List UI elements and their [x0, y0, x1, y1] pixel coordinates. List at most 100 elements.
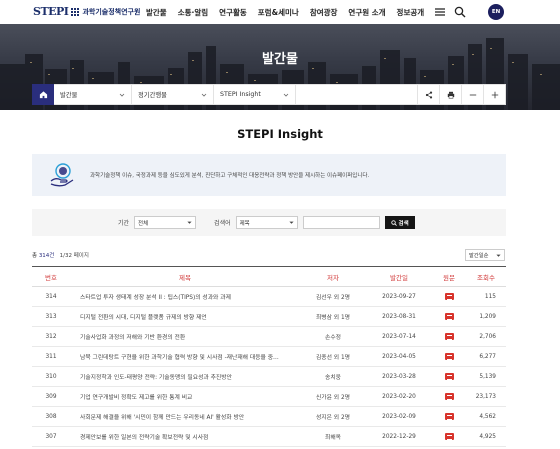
nav-item-about[interactable]: 연구원 소개: [348, 7, 385, 18]
zoom-out-button[interactable]: [461, 85, 483, 104]
column-header-no: 번호: [45, 273, 57, 282]
breadcrumb-level2[interactable]: 정기간행물: [132, 85, 214, 104]
home-button[interactable]: [32, 83, 54, 105]
pdf-icon[interactable]: [444, 333, 454, 340]
row-title-link[interactable]: 기술사업화 과정의 저해와 기반 환경의 전환: [70, 326, 300, 347]
search-field-select[interactable]: 제목: [235, 216, 298, 229]
print-button[interactable]: [439, 85, 461, 104]
row-title-link[interactable]: 경제안보를 위한 일본의 전략기술 확보전략 및 시사점: [70, 426, 300, 447]
row-date: 2023-03-28: [366, 366, 432, 387]
share-icon: [425, 90, 432, 99]
sort-select[interactable]: 발간일순: [465, 249, 505, 261]
result-count: 총 314건 1/32 페이지: [32, 251, 89, 259]
hero-title: 발간물: [262, 52, 298, 67]
column-header-original: 원문: [443, 273, 455, 282]
row-number: 310: [32, 366, 70, 387]
breadcrumb-level1[interactable]: 발간물: [54, 85, 132, 104]
table-row[interactable]: 307 경제안보를 위한 일본의 전략기술 확보전략 및 시사점 최해옥 2022-1…: [32, 426, 506, 447]
breadcrumb-level3[interactable]: STEPI Insight: [214, 85, 296, 104]
row-date: 2023-04-05: [366, 346, 432, 367]
column-header-author: 저자: [327, 273, 339, 282]
print-icon: [447, 91, 454, 98]
pdf-icon[interactable]: [444, 313, 454, 320]
row-number: 307: [32, 426, 70, 447]
row-title-link[interactable]: 사회문제 해결을 위해 '시민이 함께 만드는 우리동네 AI' 활성화 방안: [70, 406, 300, 427]
row-author: 신가윤 외 2명: [300, 386, 366, 407]
table-row[interactable]: 308 사회문제 해결을 위해 '시민이 함께 만드는 우리동네 AI' 활성화 …: [32, 406, 506, 427]
row-original-cell: [432, 326, 466, 347]
publications-table: 번호 제목 저자 발간일 원문 조회수 314 스타트업 투자 생태계 성장 분석…: [32, 266, 506, 447]
search-button[interactable]: 검색: [384, 216, 415, 229]
search-icon: [390, 219, 397, 226]
search-icon[interactable]: [454, 6, 466, 18]
table-row[interactable]: 310 기술지정학과 인도-태평양 전략: 기술동맹의 필요성과 추진방안 송치웅 2…: [32, 366, 506, 387]
insight-report-icon: [50, 163, 74, 187]
row-title-link[interactable]: 남북 그린데탕트 구현을 위한 과학기술 협력 방향 및 시사점 -재난재해 대…: [70, 346, 300, 367]
nav-item-disclosure[interactable]: 정보공개: [397, 7, 425, 18]
count-value: 314건: [38, 253, 55, 259]
table-row[interactable]: 312 기술사업화 과정의 저해와 기반 환경의 전환 손수정 2023-07-14 2…: [32, 326, 506, 347]
chevron-down-icon: [283, 93, 289, 97]
row-number: 311: [32, 346, 70, 367]
period-label: 기간: [118, 220, 130, 227]
row-title-link[interactable]: 스타트업 투자 생태계 성장 분석 II : 팁스(TIPS)의 성과와 과제: [70, 286, 300, 307]
nav-item-participation[interactable]: 참여광장: [310, 7, 338, 18]
plus-icon: [491, 91, 498, 98]
zoom-in-button[interactable]: [483, 85, 505, 104]
row-views: 23,173: [466, 386, 506, 407]
row-title-link[interactable]: 기술지정학과 인도-태평양 전략: 기술동맹의 필요성과 추진방안: [70, 366, 300, 387]
row-date: 2023-02-20: [366, 386, 432, 407]
row-original-cell: [432, 366, 466, 387]
chevron-down-icon: [201, 93, 207, 97]
row-number: 309: [32, 386, 70, 407]
breadcrumb-level2-label: 정기간행물: [138, 92, 167, 99]
intro-text: 과학기술정책 이슈, 국정과제 등을 심도있게 분석, 진단하고 구체적인 대응…: [90, 173, 370, 179]
row-title-link[interactable]: 디지털 전환의 시대, 디지털 플랫폼 규제의 방향 제언: [70, 306, 300, 327]
chevron-down-icon: [496, 254, 501, 257]
page-tools: [417, 85, 505, 104]
nav-item-news[interactable]: 소통·알림: [178, 7, 208, 18]
pdf-icon[interactable]: [444, 413, 454, 420]
table-row[interactable]: 314 스타트업 투자 생태계 성장 분석 II : 팁스(TIPS)의 성과와 …: [32, 286, 506, 307]
table-row[interactable]: 311 남북 그린데탕트 구현을 위한 과학기술 협력 방향 및 시사점 -재난재…: [32, 346, 506, 367]
row-views: 6,277: [466, 346, 506, 367]
row-date: 2023-08-31: [366, 306, 432, 327]
chevron-down-icon: [187, 221, 192, 224]
breadcrumb-bar: 발간물 정기간행물 STEPI Insight: [32, 83, 506, 105]
breadcrumb-level1-label: 발간물: [60, 92, 78, 99]
pdf-icon[interactable]: [444, 393, 454, 400]
row-title-link[interactable]: 기업 연구개발비 정확도 제고를 위한 통계 비교: [70, 386, 300, 407]
row-original-cell: [432, 426, 466, 447]
pdf-icon[interactable]: [444, 373, 454, 380]
chevron-down-icon: [289, 221, 294, 224]
search-input[interactable]: [302, 216, 380, 229]
row-views: 115: [466, 286, 506, 307]
share-button[interactable]: [417, 85, 439, 104]
page-title: STEPI Insight: [237, 127, 323, 141]
column-header-date: 발간일: [390, 273, 408, 282]
pdf-icon[interactable]: [444, 293, 454, 300]
nav-item-forum[interactable]: 포럼&세미나: [258, 7, 299, 18]
row-views: 4,562: [466, 406, 506, 427]
search-field-select-value: 제목: [239, 220, 250, 227]
period-select[interactable]: 전체: [134, 216, 197, 229]
pdf-icon[interactable]: [444, 433, 454, 440]
site-logo[interactable]: STEPI 과학기술정책연구원: [33, 5, 140, 18]
row-number: 313: [32, 306, 70, 327]
home-icon: [39, 90, 47, 98]
site-header: STEPI 과학기술정책연구원 발간물 소통·알림 연구활동 포럼&세미나 참여…: [0, 0, 560, 24]
row-original-cell: [432, 386, 466, 407]
pdf-icon[interactable]: [444, 353, 454, 360]
language-button[interactable]: EN: [488, 4, 504, 20]
table-row[interactable]: 313 디지털 전환의 시대, 디지털 플랫폼 규제의 방향 제언 최병삼 외 1명…: [32, 306, 506, 327]
table-row[interactable]: 309 기업 연구개발비 정확도 제고를 위한 통계 비교 신가윤 외 2명 2023…: [32, 386, 506, 407]
row-number: 314: [32, 286, 70, 307]
logo-mark: STEPI: [33, 5, 69, 18]
menu-icon[interactable]: [434, 6, 446, 18]
row-original-cell: [432, 286, 466, 307]
nav-item-research[interactable]: 연구활동: [219, 7, 247, 18]
nav-item-publications[interactable]: 발간물: [146, 7, 167, 18]
page-indicator: 1/32 페이지: [59, 253, 89, 259]
row-author: 김종선 외 1명: [300, 346, 366, 367]
row-views: 5,139: [466, 366, 506, 387]
